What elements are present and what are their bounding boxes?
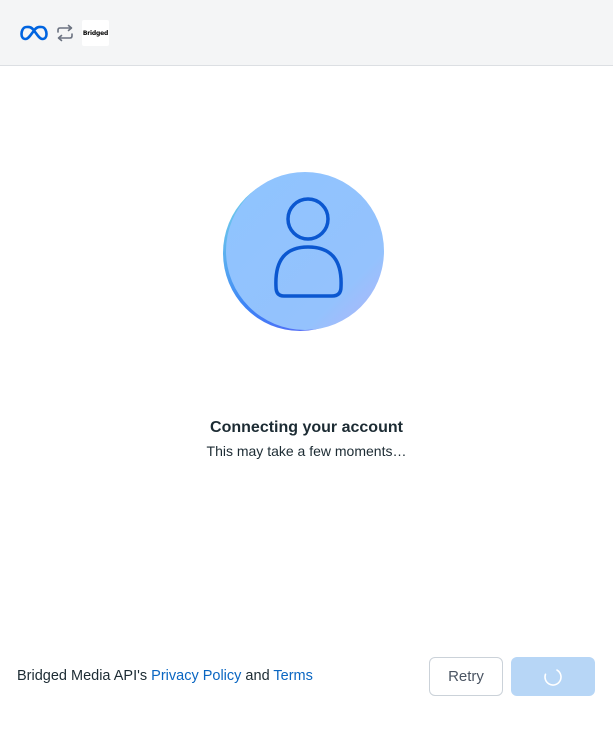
- bridged-logo: Bridged: [82, 20, 109, 46]
- sync-arrows-icon: [57, 24, 73, 42]
- page-subtitle: This may take a few moments…: [206, 443, 407, 459]
- privacy-policy-link[interactable]: Privacy Policy: [151, 668, 241, 684]
- continue-button-loading[interactable]: [511, 657, 595, 696]
- loading-spinner-icon: [544, 667, 562, 686]
- oauth-connect-page: Bridged Connecting your account This may…: [0, 0, 613, 729]
- meta-logo-icon: [20, 25, 48, 41]
- legal-notice: Bridged Media API's Privacy Policy and T…: [17, 668, 313, 684]
- legal-prefix: Bridged Media API's: [17, 668, 152, 684]
- legal-conjunction: and: [241, 668, 274, 684]
- retry-button[interactable]: Retry: [429, 657, 503, 696]
- bridged-logo-text: Bridged: [82, 29, 109, 37]
- terms-link[interactable]: Terms: [273, 668, 312, 684]
- header-bar: Bridged: [0, 0, 613, 66]
- avatar-illustration: [222, 171, 388, 333]
- user-avatar-icon: [223, 172, 384, 331]
- page-title: Connecting your account: [210, 419, 403, 436]
